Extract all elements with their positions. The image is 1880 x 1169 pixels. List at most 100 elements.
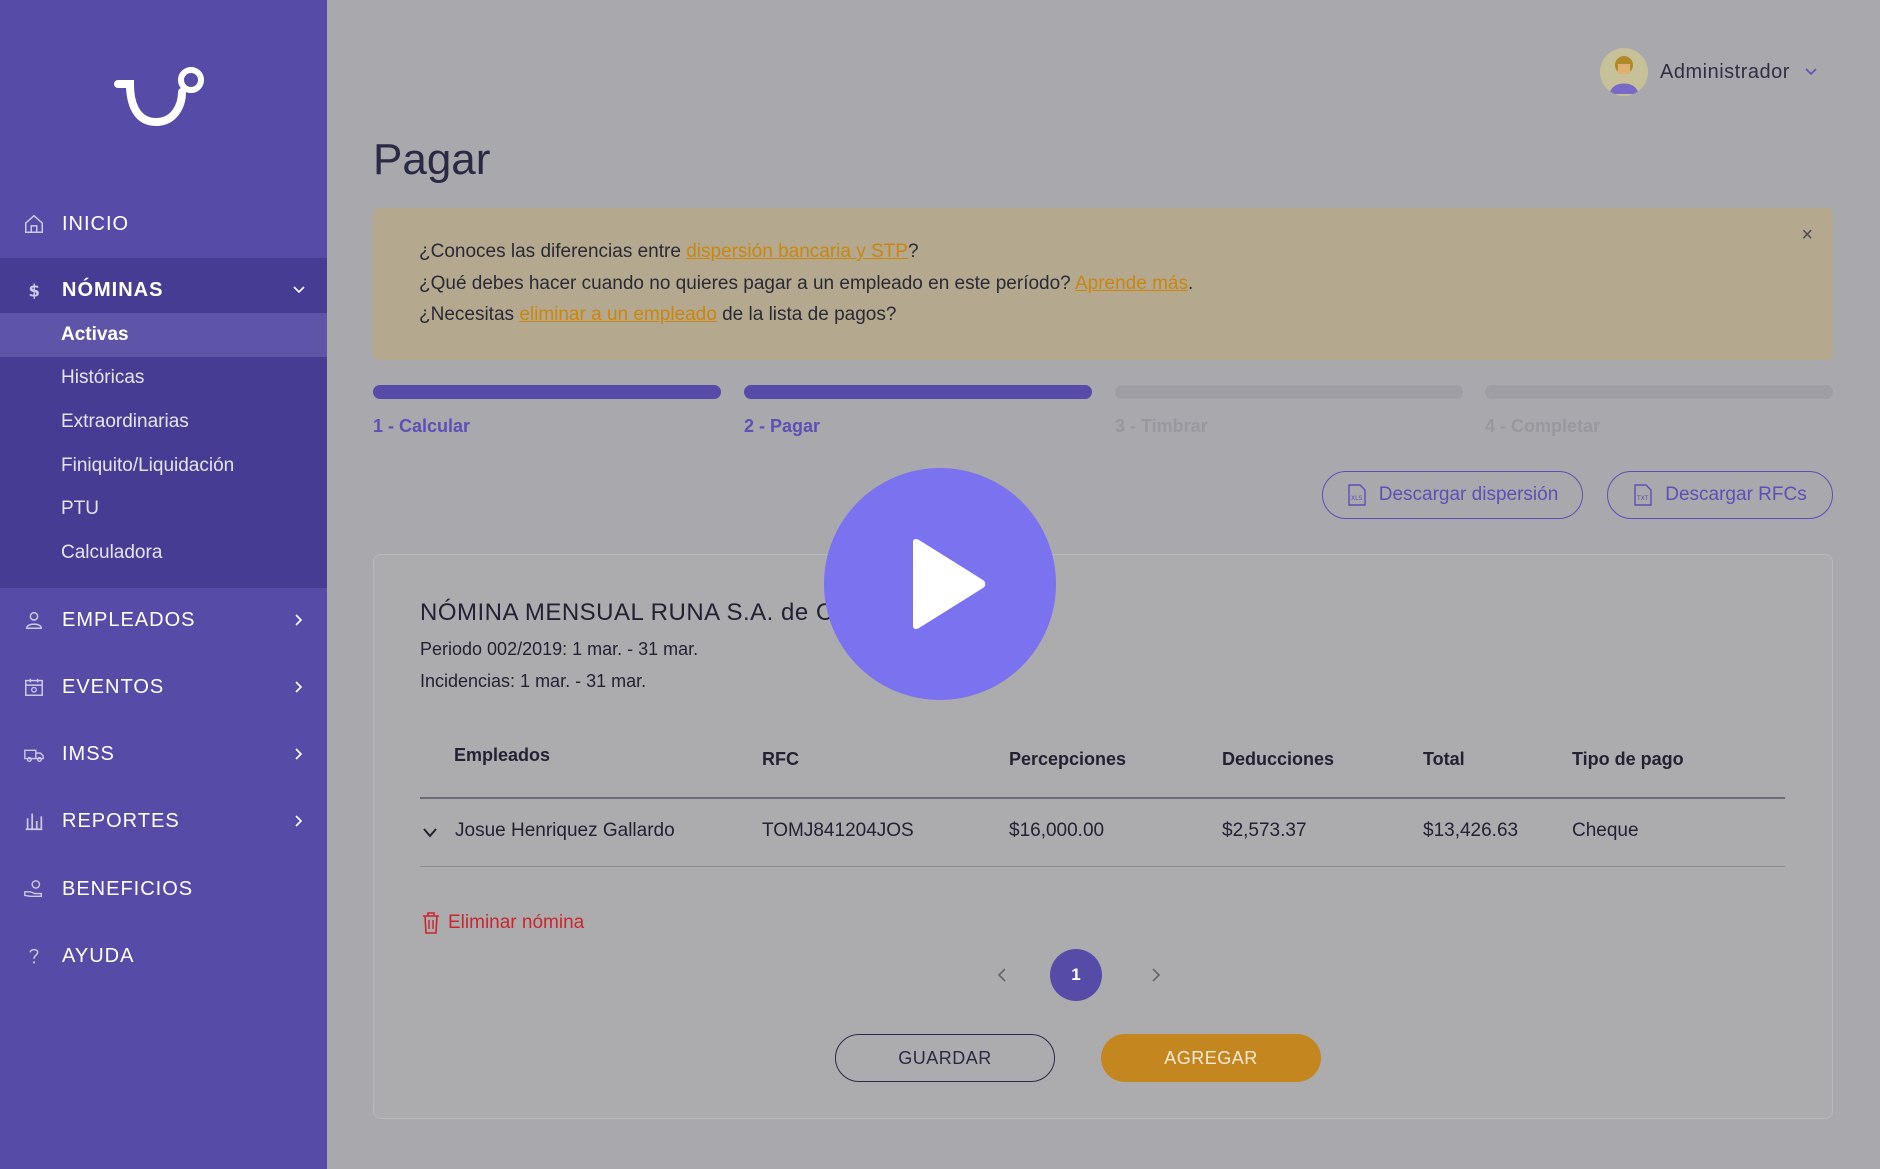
trash-icon (423, 912, 439, 934)
notice-text: ? (907, 241, 919, 262)
user-name: Administrador (1660, 60, 1790, 83)
payroll-title: NÓMINA MENSUAL RUNA S.A. de C (420, 599, 834, 626)
payroll-period: Periodo 002/2019: 1 mar. - 31 mar. (420, 639, 699, 659)
sub-calculadora[interactable]: Calculadora (0, 531, 327, 575)
nav-label: EVENTOS (62, 675, 165, 698)
sub-extraordinarias[interactable]: Extraordinarias (0, 400, 327, 444)
chevron-down-icon (1805, 68, 1817, 76)
nav-label: EMPLEADOS (62, 608, 196, 631)
add-button[interactable]: AGREGAR (1101, 1034, 1321, 1082)
chevron-right-icon (295, 614, 303, 626)
button-label: Descargar RFCs (1665, 484, 1807, 505)
sub-ptu[interactable]: PTU (0, 487, 327, 531)
bar-chart-icon (22, 809, 46, 833)
nav-ayuda[interactable]: AYUDA (0, 929, 327, 983)
nav-label: INICIO (62, 212, 130, 235)
svg-text:TXT: TXT (1636, 495, 1649, 502)
link-eliminar-empleado[interactable]: eliminar a un empleado (519, 304, 717, 325)
chevron-down-icon (293, 286, 305, 294)
delete-payroll-button[interactable]: Eliminar nómina (420, 911, 584, 935)
step-bar-1 (373, 385, 721, 399)
nav-imss[interactable]: IMSS (0, 727, 327, 781)
table-divider (420, 797, 1785, 799)
nav-inicio[interactable]: INICIO (0, 197, 327, 251)
nav-label: NÓMINAS (62, 278, 164, 301)
nav-reportes[interactable]: REPORTES (0, 794, 327, 848)
step-label-1[interactable]: 1 - Calcular (373, 416, 470, 437)
page-title: Pagar (373, 135, 491, 184)
notice-text: ¿Conoces las diferencias entre (419, 241, 687, 262)
nav-label: REPORTES (62, 809, 180, 832)
payroll-incidencias: Incidencias: 1 mar. - 31 mar. (420, 671, 647, 691)
avatar-icon (1610, 56, 1638, 94)
sub-historicas[interactable]: Históricas (0, 356, 327, 400)
nav-label: AYUDA (62, 944, 135, 967)
file-xls-icon: XLS (1348, 484, 1366, 506)
cell-rfc: TOMJ841204JOS (762, 820, 914, 841)
nav-nominas[interactable]: $ NÓMINAS (0, 263, 327, 317)
play-button[interactable] (824, 468, 1056, 700)
notice-text: . (1188, 273, 1194, 294)
cell-percepciones: $16,000.00 (1009, 820, 1105, 841)
col-header: Tipo de pago (1572, 749, 1684, 769)
col-header: Deducciones (1222, 749, 1335, 769)
user-icon (22, 608, 46, 632)
step-bar-2 (744, 385, 1092, 399)
step-label-4: 4 - Completar (1485, 416, 1601, 436)
notice-line-2: ¿Qué debes hacer cuando no quieres pagar… (419, 273, 1193, 295)
file-txt-icon: TXT (1634, 484, 1652, 506)
nav-eventos[interactable]: EVENTOS (0, 660, 327, 714)
close-icon[interactable]: × (1801, 224, 1813, 247)
chevron-down-icon[interactable] (422, 826, 438, 840)
download-rfcs-button[interactable]: TXT Descargar RFCs (1607, 471, 1833, 519)
sub-finiquito[interactable]: Finiquito/Liquidación (0, 444, 327, 488)
notice-line-3: ¿Necesitas eliminar a un empleado de la … (419, 304, 896, 326)
ambulance-icon (22, 742, 46, 766)
step-bar-4 (1485, 385, 1833, 399)
col-header: RFC (762, 749, 799, 769)
notice-text: de la lista de pagos? (716, 304, 897, 325)
user-menu[interactable]: Administrador (1600, 48, 1818, 96)
avatar (1600, 48, 1648, 96)
sub-activas[interactable]: Activas (0, 313, 327, 357)
runa-logo[interactable] (112, 66, 212, 136)
chevron-right-icon (295, 681, 303, 693)
delete-label: Eliminar nómina (448, 912, 585, 933)
cell-total: $13,426.63 (1423, 820, 1519, 841)
hand-coin-icon (22, 877, 46, 901)
col-header: Total (1423, 749, 1465, 769)
save-button[interactable]: GUARDAR (835, 1034, 1055, 1082)
dollar-icon: $ (22, 278, 46, 302)
chevron-right-icon (295, 815, 303, 827)
nav-label: BENEFICIOS (62, 877, 194, 900)
col-header: Percepciones (1009, 749, 1127, 769)
svg-text:XLS: XLS (1351, 495, 1362, 502)
svg-text:$: $ (29, 281, 41, 300)
notice-text: ¿Qué debes hacer cuando no quieres pagar… (419, 273, 1075, 294)
cell-deducciones: $2,573.37 (1222, 820, 1307, 841)
chevron-right-icon[interactable] (1148, 965, 1164, 985)
chevron-left-icon[interactable] (994, 965, 1010, 985)
step-label-2[interactable]: 2 - Pagar (744, 416, 820, 437)
home-icon (22, 212, 46, 236)
cell-empleado: Josue Henriquez Gallardo (455, 820, 675, 841)
payroll-card: NÓMINA MENSUAL RUNA S.A. de C Periodo 00… (373, 554, 1833, 1119)
sidebar: INICIO $ NÓMINAS Activas Históricas Extr… (0, 0, 327, 1169)
link-dispersion[interactable]: dispersión bancaria y STP (686, 241, 908, 262)
chevron-right-icon (295, 748, 303, 760)
info-notice: ¿Conoces las diferencias entre dispersió… (373, 208, 1833, 360)
nav-label: IMSS (62, 742, 115, 765)
nav-beneficios[interactable]: BENEFICIOS (0, 862, 327, 916)
col-header: Empleados (454, 745, 551, 765)
download-dispersion-button[interactable]: XLS Descargar dispersión (1322, 471, 1583, 519)
calendar-icon (22, 675, 46, 699)
nav-empleados[interactable]: EMPLEADOS (0, 593, 327, 647)
table-divider (420, 866, 1785, 867)
page-number[interactable]: 1 (1050, 949, 1102, 1001)
notice-text: ¿Necesitas (419, 304, 520, 325)
play-icon (913, 538, 986, 630)
cell-tipo: Cheque (1572, 820, 1639, 841)
link-aprende-mas[interactable]: Aprende más (1075, 273, 1188, 294)
notice-line-1: ¿Conoces las diferencias entre dispersió… (419, 241, 919, 263)
step-bar-3 (1115, 385, 1463, 399)
